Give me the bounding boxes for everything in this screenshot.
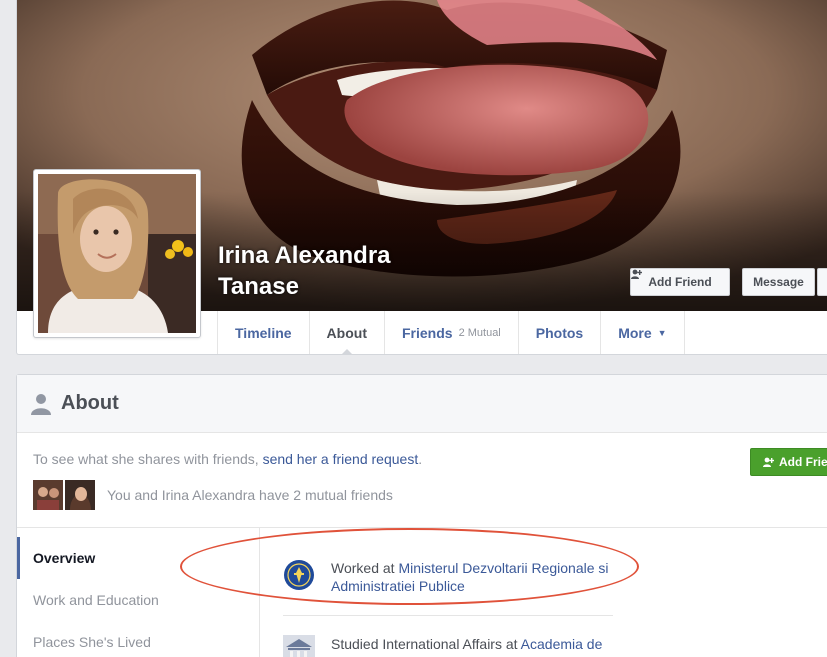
add-friend-icon xyxy=(763,457,774,467)
share-notice: To see what she shares with friends, sen… xyxy=(33,451,422,467)
add-friend-green-label: Add Friend xyxy=(779,455,827,469)
tab-photos[interactable]: Photos xyxy=(519,311,602,354)
tab-more-label: More xyxy=(618,324,652,341)
about-title: About xyxy=(61,392,119,414)
mutual-friend-avatar[interactable] xyxy=(33,480,63,510)
caret-down-icon: ▼ xyxy=(657,327,667,338)
work-entry: Worked at Ministerul Dezvoltarii Regiona… xyxy=(283,559,623,595)
mutual-friends-row: You and Irina Alexandra have 2 mutual fr… xyxy=(33,480,393,510)
profile-picture-image xyxy=(38,174,196,333)
about-section: About To see what she shares with friend… xyxy=(16,374,827,657)
more-options-button[interactable]: ‹ xyxy=(817,268,827,296)
profile-name[interactable]: Irina Alexandra Tanase xyxy=(218,240,458,302)
send-friend-request-link[interactable]: send her a friend request xyxy=(263,451,419,467)
tab-friends[interactable]: Friends 2 Mutual xyxy=(385,311,519,354)
add-friend-icon xyxy=(631,269,642,279)
facebook-profile-page: Irina Alexandra Tanase Add Friend Messag… xyxy=(0,0,827,657)
sidebar-item-places-lived[interactable]: Places She's Lived xyxy=(17,621,259,657)
sidebar-item-label: Work and Education xyxy=(33,592,159,608)
add-friend-button[interactable]: Add Friend xyxy=(630,268,730,296)
profile-name-line1[interactable]: Irina Alexandra xyxy=(218,240,458,271)
tab-friends-mutual-badge: 2 Mutual xyxy=(458,326,501,339)
profile-nav-tabs: Timeline About Friends 2 Mutual Photos M… xyxy=(217,311,685,355)
person-icon xyxy=(31,393,51,415)
profile-name-line2[interactable]: Tanase xyxy=(218,271,458,302)
sidebar-item-work-education[interactable]: Work and Education xyxy=(17,579,259,621)
about-header: About xyxy=(17,375,827,433)
sidebar-item-overview[interactable]: Overview xyxy=(17,537,259,579)
tab-timeline[interactable]: Timeline xyxy=(218,311,310,354)
message-button[interactable]: Message xyxy=(742,268,815,296)
education-entry-text: Studied International Affairs at Academi… xyxy=(331,635,623,657)
tab-about-label: About xyxy=(326,324,367,341)
profile-header: Irina Alexandra Tanase Add Friend Messag… xyxy=(16,0,827,355)
about-sidebar: Overview Work and Education Places She's… xyxy=(17,528,260,657)
message-button-label: Message xyxy=(753,275,804,289)
add-friend-button-label: Add Friend xyxy=(648,275,712,289)
add-friend-green-button[interactable]: Add Friend xyxy=(750,448,827,476)
work-entry-prefix: Worked at xyxy=(331,560,399,576)
university-icon[interactable] xyxy=(283,635,315,657)
tab-more[interactable]: More ▼ xyxy=(601,311,685,354)
mutual-friend-avatar[interactable] xyxy=(65,480,95,510)
sidebar-item-label: Overview xyxy=(33,550,96,566)
share-notice-prefix: To see what she shares with friends, xyxy=(33,451,263,467)
tab-friends-label: Friends xyxy=(401,324,453,341)
ministry-logo-icon[interactable] xyxy=(283,559,315,591)
education-entry: Studied International Affairs at Academi… xyxy=(283,635,623,657)
mutual-friends-text: You and Irina Alexandra have 2 mutual fr… xyxy=(107,487,393,503)
education-entry-prefix: Studied International Affairs at xyxy=(331,636,521,652)
sidebar-item-label: Places She's Lived xyxy=(33,634,151,650)
tab-timeline-label: Timeline xyxy=(235,324,292,341)
profile-picture[interactable] xyxy=(33,169,201,338)
work-entry-text: Worked at Ministerul Dezvoltarii Regiona… xyxy=(331,559,623,595)
tab-photos-label: Photos xyxy=(535,324,584,341)
share-notice-suffix: . xyxy=(418,451,423,467)
divider xyxy=(283,615,613,616)
tab-about[interactable]: About xyxy=(310,311,385,355)
